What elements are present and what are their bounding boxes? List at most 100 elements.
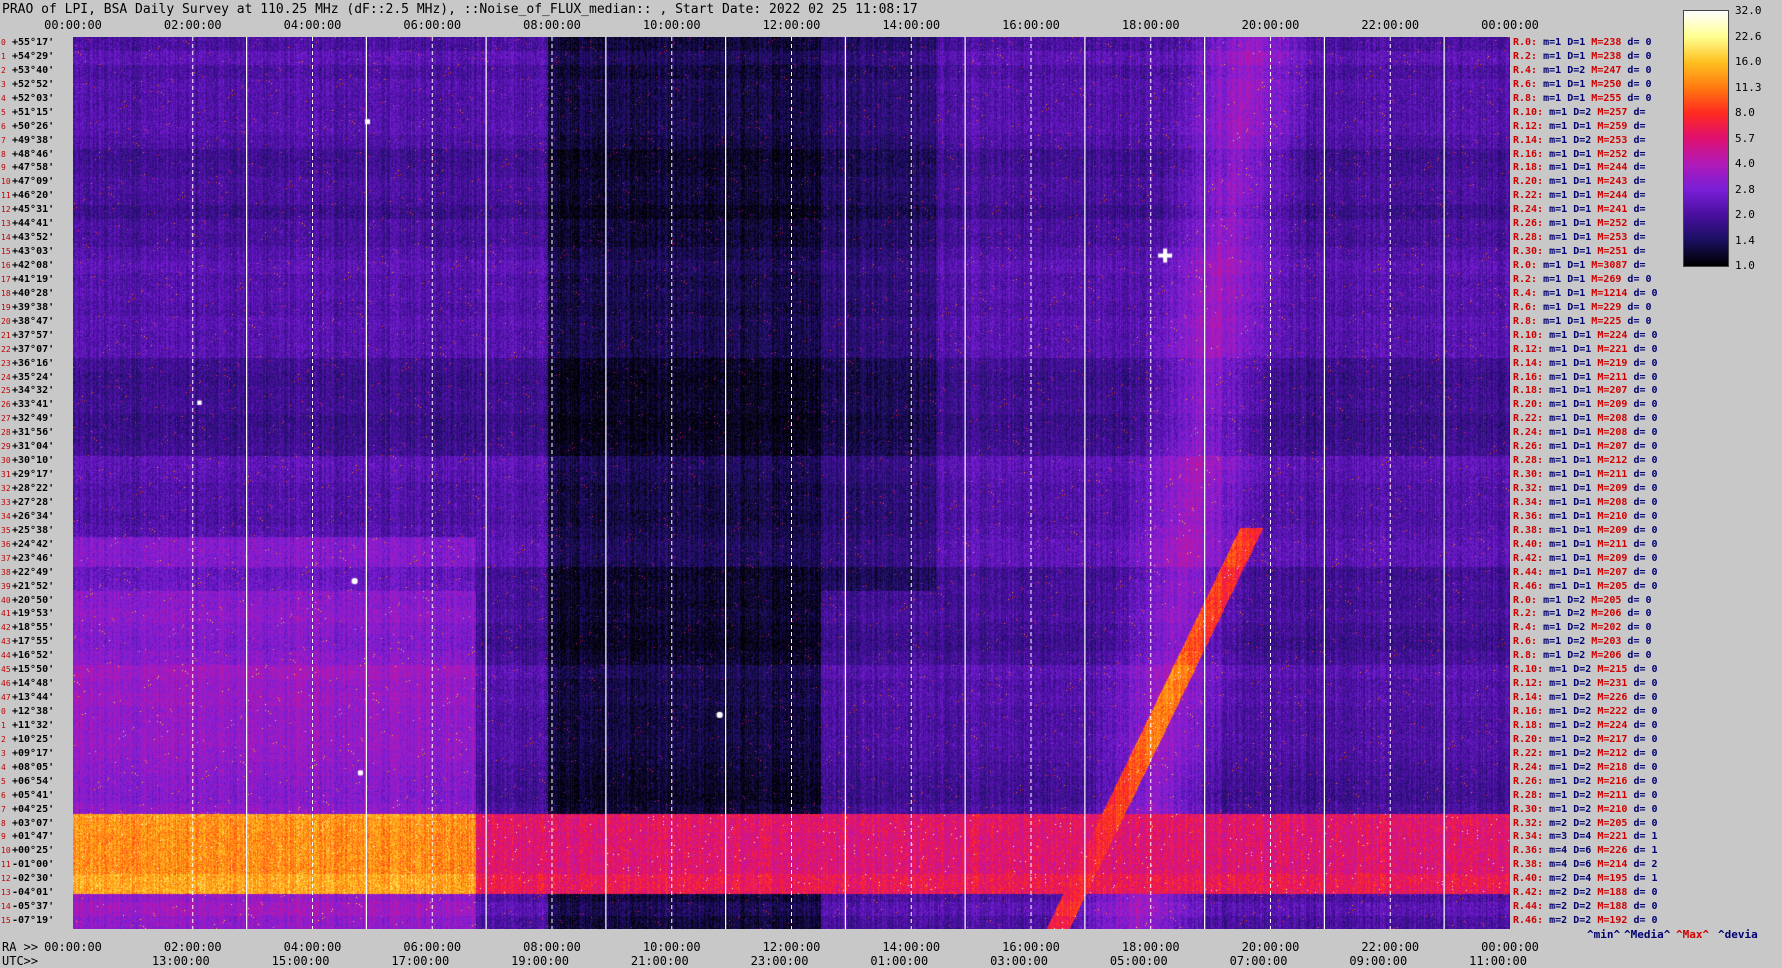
row-stat-h: M=206 — [1591, 650, 1628, 662]
row-stat-r: R.2: — [1513, 50, 1544, 62]
row-stat-h: M=247 — [1591, 64, 1628, 76]
row-stat-v: d= 0 — [1627, 273, 1652, 285]
row-stat-m: m=1 — [1549, 775, 1574, 787]
row-stat-d: D=2 — [1573, 817, 1598, 829]
declination-label: +32°49' — [12, 413, 55, 425]
declination-label: +36°16' — [12, 357, 55, 369]
row-stat-d: D=2 — [1573, 915, 1598, 927]
row-stat-h: M=231 — [1597, 678, 1634, 690]
row-stat-d: D=2 — [1573, 901, 1598, 913]
row-stat: R.22: m=1 D=1 M=208 d= 0 — [1513, 413, 1658, 424]
ra-tick-label: 20:00:00 — [1241, 940, 1300, 954]
row-stat-r: R.20: — [1513, 733, 1550, 745]
row-stat-d: D=4 — [1573, 831, 1598, 843]
row-stat-d: D=1 — [1567, 78, 1592, 90]
row-stat-r: R.46: — [1513, 580, 1550, 592]
row-stat-r: R.38: — [1513, 524, 1550, 536]
ra-tick-label: 10:00:00 — [642, 940, 701, 954]
row-stat-r: R.8: — [1513, 92, 1544, 104]
row-stat-m: m=1 — [1549, 441, 1574, 453]
row-stat-v: d= 1 — [1633, 831, 1658, 843]
row-stat-m: m=1 — [1549, 789, 1574, 801]
row-stat-d: D=2 — [1573, 678, 1598, 690]
row-stat-r: R.2: — [1513, 608, 1544, 620]
row-stat-v: d= 0 — [1633, 385, 1658, 397]
row-stat-h: M=208 — [1597, 427, 1634, 439]
row-stat-m: m=1 — [1549, 218, 1574, 230]
colorbar-tick: 1.0 — [1735, 259, 1755, 272]
row-index: 12 — [1, 874, 11, 884]
row-stat: R.22: m=1 D=1 M=244 d= — [1513, 190, 1645, 201]
ra-tick-label: 12:00:00 — [762, 940, 821, 954]
row-stat-r: R.16: — [1513, 371, 1550, 383]
row-stat-m: m=1 — [1543, 608, 1568, 620]
row-stat-d: D=2 — [1573, 887, 1598, 899]
utc-tick-label: 19:00:00 — [511, 954, 569, 968]
colorbar-tick: 5.7 — [1735, 131, 1755, 145]
row-stat-r: R.16: — [1513, 706, 1550, 717]
row-index: 11 — [1, 860, 11, 870]
row-stat-v: d= 0 — [1627, 622, 1652, 634]
row-stat-h: M=244 — [1597, 190, 1634, 202]
declination-label: +12°38' — [12, 706, 55, 717]
row-stat-v: d= 0 — [1633, 427, 1658, 439]
row-stat-v: d= — [1633, 204, 1646, 216]
row-stat: R.30: m=1 D=1 M=211 d= 0 — [1513, 469, 1658, 480]
declination-label: +13°44' — [12, 692, 55, 704]
row-stat-r: R.28: — [1513, 232, 1550, 244]
legend-devia: ^devia — [1718, 928, 1758, 941]
row-stat-m: m=1 — [1549, 664, 1574, 676]
row-index: 31 — [1, 470, 11, 480]
ra-tick-label: 00:00:00 — [1481, 940, 1539, 954]
row-index: 12 — [1, 205, 11, 215]
utc-tick-label: 11:00:00 — [1469, 954, 1527, 968]
row-stat-m: m=1 — [1549, 357, 1574, 369]
row-stat-m: m=1 — [1543, 64, 1568, 76]
row-stat-v: d= 0 — [1627, 636, 1652, 648]
row-stat-h: M=241 — [1597, 204, 1634, 216]
row-stat-h: M=207 — [1597, 566, 1634, 578]
row-index: 29 — [1, 442, 11, 452]
row-stat-d: D=1 — [1573, 204, 1598, 216]
row-stat-m: m=1 — [1543, 273, 1568, 285]
row-stat-d: D=1 — [1573, 371, 1598, 383]
utc-tick-label: 21:00:00 — [630, 954, 689, 968]
row-stat-h: M=205 — [1597, 580, 1634, 592]
row-stat-r: R.36: — [1513, 510, 1550, 522]
row-stat-d: D=2 — [1573, 106, 1598, 118]
declination-label: +08°05' — [12, 761, 55, 773]
row-stat-r: R.38: — [1513, 859, 1550, 871]
row-stat-r: R.14: — [1513, 357, 1550, 369]
row-stat-h: M=211 — [1597, 469, 1634, 481]
colorbar-tick: 16.0 — [1735, 55, 1762, 68]
top-tick-label: 12:00:00 — [762, 18, 821, 32]
row-stat: R.8: m=1 D=2 M=206 d= 0 — [1513, 650, 1652, 661]
declination-label: +38°47' — [12, 315, 55, 327]
row-stat-m: m=3 — [1549, 831, 1574, 843]
declination-label: +54°29' — [12, 50, 55, 62]
row-stat-m: m=4 — [1549, 845, 1574, 857]
row-stat-m: m=2 — [1549, 915, 1574, 927]
declination-label: +05°41' — [12, 789, 55, 801]
heatmap-gridlines — [192, 37, 1445, 929]
row-stat-d: D=2 — [1573, 692, 1598, 704]
row-stat-h: M=211 — [1597, 789, 1634, 801]
row-stat-d: D=1 — [1567, 37, 1592, 48]
row-stat-r: R.44: — [1513, 566, 1550, 578]
row-index: 2 — [1, 65, 6, 75]
declination-label: +52°03' — [12, 92, 55, 104]
row-stat: R.2: m=1 D=2 M=206 d= 0 — [1513, 608, 1652, 619]
row-stat-d: D=1 — [1573, 580, 1598, 592]
utc-axis-label: UTC>> — [2, 954, 39, 968]
row-stat-m: m=1 — [1549, 413, 1574, 425]
row-stat-v: d= 1 — [1633, 845, 1658, 857]
row-stat-d: D=4 — [1573, 873, 1598, 885]
row-index: 40 — [1, 595, 11, 605]
row-stat-r: R.20: — [1513, 176, 1550, 188]
row-stat: R.12: m=1 D=1 M=259 d= — [1513, 121, 1645, 132]
row-stat-d: D=2 — [1573, 775, 1598, 787]
row-stat: R.2: m=1 D=1 M=238 d= 0 — [1513, 51, 1652, 62]
declination-label: +10°25' — [12, 733, 55, 745]
row-index: 15 — [1, 247, 11, 257]
row-stat-m: m=1 — [1549, 524, 1574, 536]
